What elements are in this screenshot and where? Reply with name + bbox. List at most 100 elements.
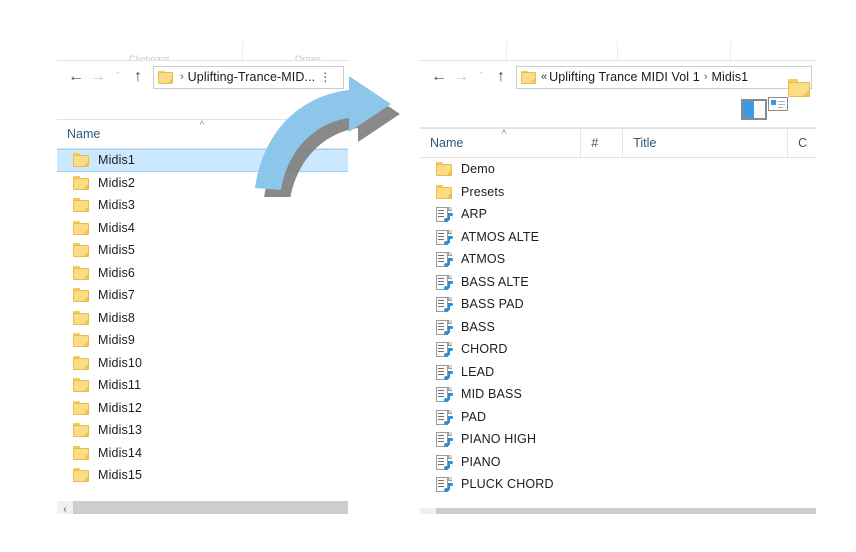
file-list-item[interactable]: MID BASS [420, 383, 816, 406]
folder-icon [436, 184, 452, 199]
folder-icon [73, 355, 89, 370]
forward-button[interactable]: → [87, 65, 109, 89]
breadcrumb-separator: › [703, 71, 708, 83]
file-list-item[interactable]: Midis11 [57, 374, 348, 397]
horizontal-scrollbar-left[interactable]: ‹ [57, 501, 348, 514]
ribbon-strip-left: Clipboard Organ [57, 40, 348, 61]
file-list-item-label: Midis10 [98, 355, 143, 370]
ribbon-strip-right [420, 40, 816, 61]
forward-button[interactable]: → [450, 65, 472, 89]
midi-file-icon [436, 297, 453, 313]
file-list-item-label: Midis12 [98, 400, 143, 415]
file-list-item-label: PLUCK CHORD [461, 477, 554, 492]
file-list-item[interactable]: PIANO [420, 451, 816, 474]
file-list-item[interactable]: ARP [420, 203, 816, 226]
file-list-item[interactable]: Presets [420, 181, 816, 204]
file-list-item-label: Midis9 [98, 333, 136, 348]
view-toolbar-right [420, 79, 816, 128]
file-list-item-label: Midis13 [98, 423, 143, 438]
ribbon-divider [242, 42, 243, 60]
file-list-item-label: Midis11 [98, 378, 142, 393]
recent-locations-button[interactable]: ˇ [472, 65, 490, 89]
folder-icon [521, 70, 536, 84]
sort-ascending-caret: ^ [199, 120, 205, 131]
breadcrumb-path[interactable]: Uplifting-Trance-MID... [188, 70, 316, 84]
file-list-item[interactable]: Midis6 [57, 262, 348, 285]
file-list-item[interactable]: Midis2 [57, 172, 348, 195]
file-list-item[interactable]: CHORD [420, 338, 816, 361]
file-list-item[interactable]: Midis14 [57, 442, 348, 465]
file-list-item[interactable]: Midis13 [57, 419, 348, 442]
file-list-right[interactable]: Demo Presets ARP ATMOS ALTE ATMOS BASS ALTE BA… [420, 158, 816, 508]
breadcrumb-overflow-icon[interactable]: ⋮ [315, 70, 332, 84]
scrollbar-thumb[interactable] [436, 508, 816, 514]
file-list-item[interactable]: ATMOS [420, 248, 816, 271]
breadcrumb-bar-right[interactable]: « Uplifting Trance MIDI Vol 1 › Midis1 [516, 65, 812, 89]
folder-icon [73, 265, 89, 280]
folder-icon [73, 400, 89, 415]
target-explorer-window: ← → ˇ ↑ « Uplifting Trance MIDI Vol 1 › … [420, 40, 816, 514]
file-list-left[interactable]: Midis1 Midis2 Midis3 Midis4 Midis5 Midis6 Midi… [57, 149, 348, 501]
file-list-item[interactable]: Midis4 [57, 217, 348, 240]
file-list-item[interactable]: Midis8 [57, 307, 348, 330]
column-name-label: Name [430, 136, 464, 150]
file-list-item[interactable]: Midis9 [57, 329, 348, 352]
ribbon-divider [506, 42, 507, 60]
folder-icon [73, 310, 89, 325]
midi-file-icon [436, 274, 453, 290]
file-list-item[interactable]: PLUCK CHORD [420, 473, 816, 496]
midi-file-icon [436, 364, 453, 380]
column-contributing-artists[interactable]: C [787, 129, 816, 157]
file-list-item[interactable]: Midis10 [57, 352, 348, 375]
file-list-item[interactable]: ATMOS ALTE [420, 226, 816, 249]
folder-icon [73, 243, 89, 258]
file-list-item[interactable]: LEAD [420, 361, 816, 384]
file-list-item[interactable]: PIANO HIGH [420, 428, 816, 451]
file-list-item[interactable]: Midis12 [57, 397, 348, 420]
column-name-label: Name [67, 127, 101, 141]
folder-icon [73, 423, 89, 438]
file-list-item[interactable]: Demo [420, 158, 816, 181]
breadcrumb-bar-left[interactable]: › Uplifting-Trance-MID... ⋮ [153, 65, 344, 89]
breadcrumb-item-1[interactable]: Uplifting Trance MIDI Vol 1 [549, 70, 700, 84]
column-track-number[interactable]: # [580, 129, 622, 157]
file-list-item-label: PIANO HIGH [461, 432, 537, 447]
file-list-item[interactable]: Midis15 [57, 464, 348, 487]
scrollbar-track[interactable] [73, 501, 348, 514]
file-list-item[interactable]: Midis7 [57, 284, 348, 307]
scrollbar-thumb[interactable] [73, 501, 348, 514]
file-list-item[interactable]: BASS [420, 316, 816, 339]
file-list-item-label: Midis2 [98, 175, 136, 190]
back-button[interactable]: ← [65, 65, 87, 89]
midi-file-icon [436, 477, 453, 493]
file-list-item[interactable]: Midis3 [57, 194, 348, 217]
column-name[interactable]: Name ^ [420, 129, 580, 157]
breadcrumb-item-2[interactable]: Midis1 [711, 70, 748, 84]
recent-locations-button[interactable]: ˇ [109, 65, 127, 89]
file-list-item-label: ARP [461, 207, 488, 222]
preview-pane-icon[interactable] [741, 99, 767, 120]
folder-icon [73, 153, 89, 168]
file-list-item[interactable]: PAD [420, 406, 816, 429]
back-button[interactable]: ← [428, 65, 450, 89]
breadcrumb-overflow-chevrons[interactable]: « [539, 71, 549, 83]
file-list-item-label: Midis3 [98, 198, 136, 213]
column-name[interactable]: Name ^ [57, 120, 348, 148]
column-track-number-label: # [591, 136, 599, 150]
file-list-item[interactable]: BASS ALTE [420, 271, 816, 294]
file-list-item[interactable]: Midis5 [57, 239, 348, 262]
scroll-left-arrow-icon[interactable]: ‹ [420, 508, 436, 514]
up-button[interactable]: ↑ [127, 65, 149, 89]
column-title[interactable]: Title [622, 129, 787, 157]
column-contributing-artists-label: C [798, 136, 808, 150]
scrollbar-track[interactable] [436, 508, 816, 514]
up-button[interactable]: ↑ [490, 65, 512, 89]
folder-icon [73, 445, 89, 460]
screenshot-root: Clipboard Organ ← → ˇ ↑ › Uplifting-Tran… [0, 0, 856, 552]
horizontal-scrollbar-right[interactable]: ‹ [420, 508, 816, 514]
column-title-label: Title [633, 136, 657, 150]
file-list-item[interactable]: BASS PAD [420, 293, 816, 316]
scroll-left-arrow-icon[interactable]: ‹ [57, 501, 73, 514]
file-list-item[interactable]: Midis1 [57, 149, 348, 172]
folder-icon [73, 220, 89, 235]
